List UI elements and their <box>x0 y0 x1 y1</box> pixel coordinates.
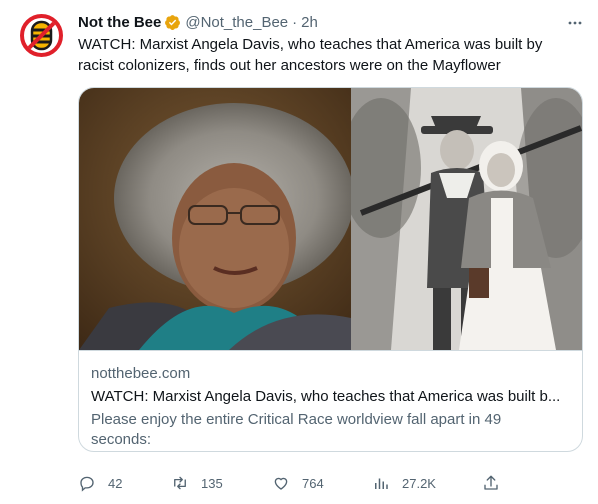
display-name[interactable]: Not the Bee <box>78 14 161 31</box>
bee-logo-icon <box>24 18 59 53</box>
link-card[interactable]: notthebee.com WATCH: Marxist Angela Davi… <box>78 87 583 452</box>
portrait-photo <box>79 88 351 350</box>
reply-button[interactable]: 42 <box>78 472 122 494</box>
timestamp[interactable]: 2h <box>301 14 318 31</box>
avatar[interactable] <box>20 14 63 57</box>
reply-icon <box>80 476 94 492</box>
share-button[interactable] <box>482 472 500 494</box>
tweet-actions: 42 135 764 27.2K <box>78 472 583 494</box>
views-count: 27.2K <box>402 475 436 491</box>
views-chart-icon <box>375 478 388 489</box>
pilgrim-illustration <box>351 88 582 350</box>
verified-badge-icon <box>165 14 181 30</box>
more-options-icon <box>568 21 582 25</box>
tweet-text: WATCH: Marxist Angela Davis, who teaches… <box>78 36 543 74</box>
share-icon <box>484 475 498 490</box>
card-title: WATCH: Marxist Angela Davis, who teaches… <box>91 388 561 405</box>
heart-icon <box>274 477 288 490</box>
card-description: Please enjoy the entire Critical Race wo… <box>91 411 502 448</box>
card-info[interactable]: notthebee.com WATCH: Marxist Angela Davi… <box>79 350 582 451</box>
tweet-header: Not the Bee @Not_the_Bee · 2h <box>78 12 318 32</box>
more-options-button[interactable] <box>566 14 584 32</box>
views-button[interactable]: 27.2K <box>372 472 436 494</box>
reply-count: 42 <box>108 475 123 491</box>
card-image[interactable] <box>79 88 582 350</box>
retweet-button[interactable]: 135 <box>171 472 223 494</box>
user-handle[interactable]: @Not_the_Bee <box>185 14 288 31</box>
like-count: 764 <box>302 475 324 491</box>
separator-dot: · <box>292 13 298 31</box>
like-button[interactable]: 764 <box>272 472 324 494</box>
card-domain: notthebee.com <box>91 365 191 382</box>
retweet-icon <box>174 476 186 490</box>
retweet-count: 135 <box>201 475 223 491</box>
tweet[interactable]: Not the Bee @Not_the_Bee · 2h WATCH: Mar… <box>0 0 598 504</box>
